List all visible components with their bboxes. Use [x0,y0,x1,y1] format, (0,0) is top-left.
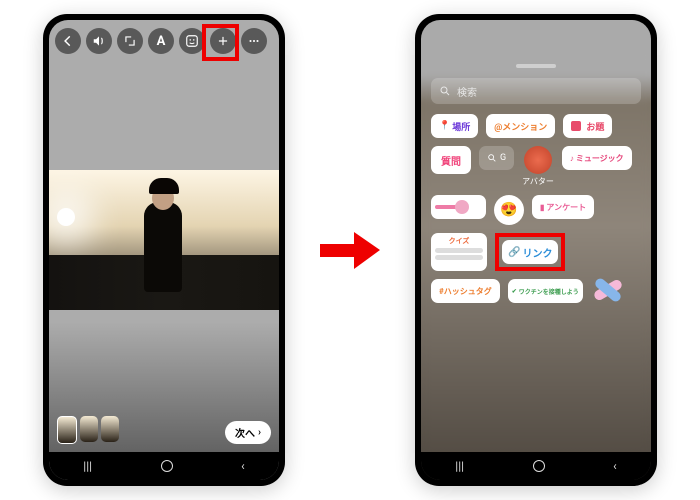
sticker-grid: 📍場所 @メンション お題 質問 G アバター ♪ミュージック 😍 ▮アンケート… [421,114,651,303]
next-button[interactable]: 次へ› [225,421,271,444]
story-photo [49,170,279,310]
check-icon: ✔ [512,288,517,295]
back-nav-icon[interactable]: ‹ [241,459,245,473]
sticker-question[interactable]: 質問 [431,146,471,174]
sticker-odai[interactable]: お題 [563,114,612,138]
thumb-2[interactable] [80,416,98,442]
android-navbar: ||| ‹ [49,452,279,480]
text-icon[interactable]: A [148,28,174,54]
highlight-link-sticker: 🔗リンク [495,233,565,271]
sticker-vaccine[interactable]: ✔ワクチンを接種しよう [508,279,583,303]
sticker-link[interactable]: 🔗リンク [502,240,558,264]
sticker-music[interactable]: ♪ミュージック [562,146,632,170]
pin-icon: 📍 [439,121,450,131]
home-icon[interactable] [533,460,545,472]
sticker-slider[interactable] [431,195,486,219]
thumb-3[interactable] [101,416,119,442]
home-icon[interactable] [161,460,173,472]
sticker-location[interactable]: 📍場所 [431,114,478,138]
sticker-search[interactable]: 検索 [431,78,641,104]
link-icon: 🔗 [508,247,520,258]
poll-icon: ▮ [540,203,544,212]
sticker-gif[interactable]: G [479,146,514,170]
recent-apps-icon[interactable]: ||| [455,459,464,473]
drag-handle-icon[interactable] [516,64,556,68]
android-navbar: ||| ‹ [421,452,651,480]
recent-apps-icon[interactable]: ||| [83,459,92,473]
sticker-avatar[interactable]: アバター [522,146,554,187]
search-icon [487,153,497,163]
sticker-emoji[interactable]: 😍 [494,195,524,225]
more-icon[interactable] [241,28,267,54]
sticker-hashtag[interactable]: #ハッシュタグ [431,279,500,303]
search-icon [439,85,451,97]
sticker-mention[interactable]: @メンション [486,114,555,138]
music-icon: ♪ [570,154,574,163]
story-toolbar: A [55,28,273,54]
highlight-sticker-button [202,24,239,61]
phone-sticker-picker: 検索 📍場所 @メンション お題 質問 G アバター ♪ミュージック 😍 ▮アン… [415,14,657,486]
crop-icon[interactable] [117,28,143,54]
thumb-1[interactable] [57,416,77,444]
back-nav-icon[interactable]: ‹ [613,459,617,473]
phone-story-editor: A 次へ› ||| ‹ [43,14,285,486]
avatar-face-icon [524,146,552,174]
audio-icon[interactable] [86,28,112,54]
search-placeholder: 検索 [457,84,477,99]
back-button[interactable] [55,28,81,54]
sticker-bandage[interactable] [591,279,625,301]
sticker-poll[interactable]: ▮アンケート [532,195,594,219]
thumbnail-strip[interactable] [57,416,119,444]
arrow-right-icon [320,228,380,273]
chevron-right-icon: › [258,427,261,438]
sticker-quiz[interactable]: クイズ [431,233,487,271]
